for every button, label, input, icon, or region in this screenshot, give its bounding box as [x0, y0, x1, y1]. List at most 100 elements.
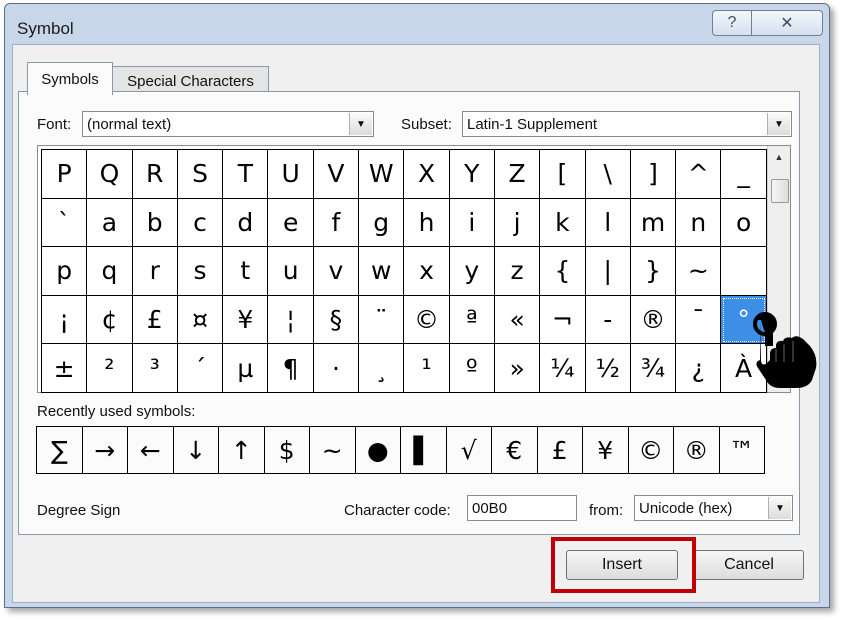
chevron-down-icon[interactable]: ▼	[768, 497, 791, 519]
recent-symbol-cell[interactable]: ¥	[583, 427, 629, 474]
symbol-cell[interactable]: º	[449, 344, 495, 393]
chevron-down-icon[interactable]: ▼	[349, 113, 372, 135]
symbol-cell[interactable]: £	[132, 295, 178, 345]
symbol-cell[interactable]: ¢	[87, 295, 133, 345]
chevron-down-icon[interactable]: ▼	[767, 113, 790, 135]
symbol-cell[interactable]: z	[494, 247, 541, 296]
symbol-cell[interactable]: a	[87, 198, 133, 248]
symbol-cell[interactable]: `	[42, 198, 88, 248]
symbol-cell[interactable]: p	[42, 247, 88, 296]
symbol-cell[interactable]: ¬	[540, 295, 586, 345]
symbol-cell[interactable]: ²	[87, 344, 133, 393]
symbol-cell[interactable]: o	[721, 198, 767, 248]
symbol-cell[interactable]: f	[313, 198, 360, 248]
symbol-cell[interactable]: ª	[449, 295, 495, 345]
symbol-cell[interactable]: ¨	[359, 295, 405, 345]
recent-symbol-cell[interactable]: £	[537, 427, 583, 474]
symbol-cell[interactable]: ¸	[359, 344, 405, 393]
symbol-cell[interactable]: d	[223, 198, 269, 248]
symbol-cell[interactable]: ¶	[268, 344, 314, 393]
symbol-cell[interactable]: y	[449, 247, 495, 296]
symbol-cell[interactable]: ´	[177, 344, 224, 393]
symbol-cell[interactable]: c	[177, 198, 224, 248]
symbol-cell[interactable]: ³	[132, 344, 178, 393]
symbol-cell[interactable]: [	[540, 150, 586, 199]
symbol-cell[interactable]: «	[494, 295, 541, 345]
recent-symbol-cell[interactable]: ™	[719, 427, 765, 474]
symbol-cell[interactable]: U	[268, 150, 314, 199]
font-select[interactable]: (normal text) ▼	[82, 111, 374, 137]
from-select[interactable]: Unicode (hex) ▼	[634, 495, 793, 521]
symbol-cell[interactable]: {	[540, 247, 586, 296]
symbol-cell[interactable]: ±	[42, 344, 88, 393]
symbol-cell[interactable]: ¯	[676, 295, 722, 345]
symbol-cell[interactable]: -	[585, 295, 631, 345]
symbol-cell[interactable]: q	[87, 247, 133, 296]
recent-symbol-cell[interactable]: ~	[310, 427, 356, 474]
symbol-cell[interactable]: m	[630, 198, 677, 248]
recent-symbol-cell[interactable]: ↓	[173, 427, 219, 474]
symbol-cell[interactable]: h	[404, 198, 450, 248]
symbol-cell[interactable]: S	[177, 150, 224, 199]
symbol-cell[interactable]: ½	[585, 344, 631, 393]
scroll-up-arrow-icon[interactable]: ▲	[768, 146, 790, 168]
symbol-cell[interactable]: x	[404, 247, 450, 296]
symbol-cell[interactable]: §	[313, 295, 360, 345]
symbol-cell[interactable]: ^	[676, 150, 722, 199]
symbol-cell[interactable]: ¿	[676, 344, 722, 393]
symbol-cell[interactable]: i	[449, 198, 495, 248]
symbol-cell[interactable]: Y	[449, 150, 495, 199]
symbol-cell[interactable]: P	[42, 150, 88, 199]
symbol-cell[interactable]: ]	[630, 150, 677, 199]
scrollbar-thumb[interactable]	[771, 179, 789, 203]
recent-symbol-cell[interactable]: ∑	[37, 427, 83, 474]
symbol-cell[interactable]: ¼	[540, 344, 586, 393]
symbol-cell[interactable]: X	[404, 150, 450, 199]
symbol-cell[interactable]: j	[494, 198, 541, 248]
symbol-cell[interactable]: ¥	[223, 295, 269, 345]
symbol-cell[interactable]: »	[494, 344, 541, 393]
symbol-cell[interactable]: r	[132, 247, 178, 296]
symbol-cell[interactable]: ¡	[42, 295, 88, 345]
symbol-cell[interactable]: ¹	[404, 344, 450, 393]
symbol-cell[interactable]: ·	[313, 344, 360, 393]
recent-symbol-cell[interactable]: ↑	[219, 427, 265, 474]
recent-symbol-cell[interactable]: $	[264, 427, 310, 474]
symbol-cell[interactable]: |	[585, 247, 631, 296]
symbol-cell[interactable]	[721, 247, 767, 296]
recent-symbol-cell[interactable]: ©	[628, 427, 674, 474]
recent-symbol-cell[interactable]: √	[446, 427, 492, 474]
symbol-cell[interactable]: R	[132, 150, 178, 199]
symbol-cell[interactable]: e	[268, 198, 314, 248]
symbol-cell[interactable]: Q	[87, 150, 133, 199]
tab-symbols[interactable]: Symbols	[27, 62, 113, 95]
recent-symbol-cell[interactable]: ●	[355, 427, 401, 474]
symbol-cell[interactable]: µ	[223, 344, 269, 393]
symbol-cell[interactable]: V	[313, 150, 360, 199]
symbol-cell[interactable]: b	[132, 198, 178, 248]
symbol-cell[interactable]: u	[268, 247, 314, 296]
symbol-cell[interactable]: s	[177, 247, 224, 296]
symbol-cell[interactable]: ¦	[268, 295, 314, 345]
symbol-cell[interactable]: ¤	[177, 295, 224, 345]
symbol-cell[interactable]: W	[359, 150, 405, 199]
symbol-cell[interactable]: t	[223, 247, 269, 296]
recent-symbol-cell[interactable]: ←	[128, 427, 174, 474]
symbol-cell[interactable]: _	[721, 150, 767, 199]
subset-select[interactable]: Latin-1 Supplement ▼	[462, 111, 792, 137]
symbol-cell[interactable]: n	[676, 198, 722, 248]
cancel-button[interactable]: Cancel	[694, 550, 804, 580]
recent-symbol-cell[interactable]: ▌	[401, 427, 447, 474]
character-code-input[interactable]: 00B0	[467, 495, 577, 521]
symbol-cell[interactable]: ~	[676, 247, 722, 296]
symbol-cell[interactable]: v	[313, 247, 360, 296]
symbol-cell[interactable]: ¾	[630, 344, 677, 393]
symbol-cell[interactable]: Z	[494, 150, 541, 199]
symbol-cell[interactable]: }	[630, 247, 677, 296]
symbol-cell[interactable]: l	[585, 198, 631, 248]
help-button[interactable]: ?	[712, 10, 752, 36]
symbol-cell[interactable]: T	[223, 150, 269, 199]
close-button[interactable]: ✕	[752, 10, 823, 36]
symbol-cell[interactable]: w	[359, 247, 405, 296]
symbol-cell[interactable]: \	[585, 150, 631, 199]
